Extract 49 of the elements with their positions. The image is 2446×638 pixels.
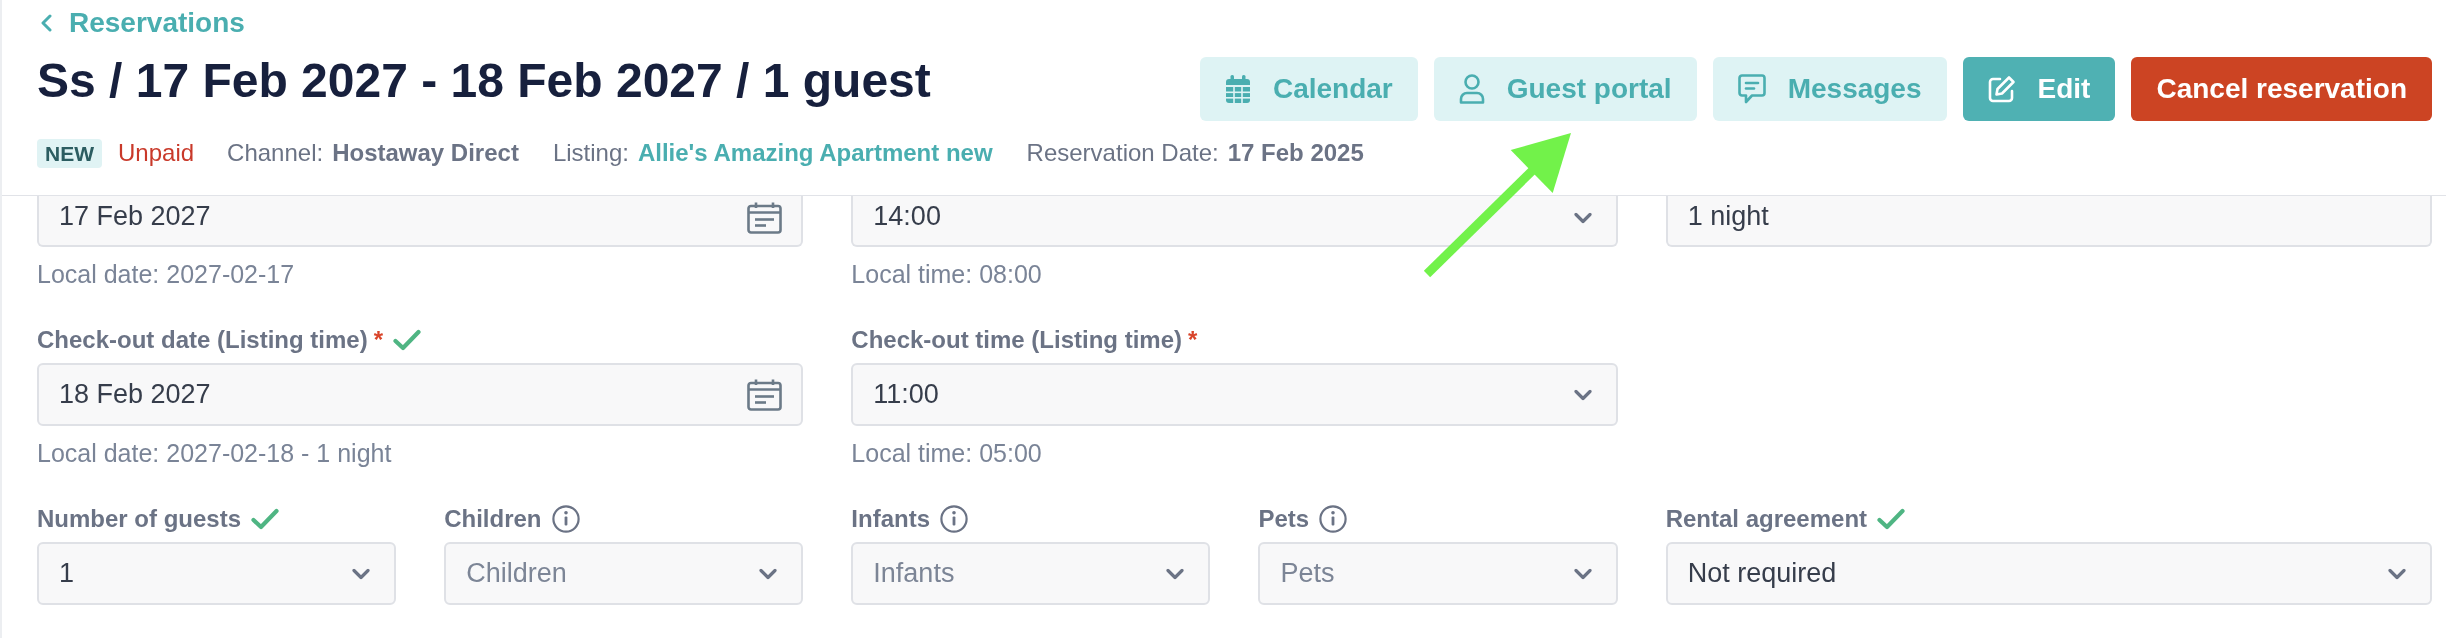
field-label: Check-out time (Listing time) bbox=[851, 326, 1182, 354]
calendar-icon bbox=[1224, 75, 1251, 103]
text-field[interactable]: 1 night bbox=[1665, 196, 2432, 247]
calendar-icon bbox=[747, 201, 783, 234]
detail-value: 17 Feb 2025 bbox=[1227, 139, 1364, 167]
message-icon bbox=[1737, 74, 1766, 104]
info-icon[interactable] bbox=[551, 505, 580, 533]
chevron-down-icon bbox=[1166, 568, 1185, 579]
field-label: Check-out date (Listing time) bbox=[37, 326, 368, 354]
chevron-down-icon bbox=[759, 568, 778, 579]
helper-text: Local time: 05:00 bbox=[851, 438, 1043, 468]
detail-label: Listing: bbox=[552, 139, 629, 167]
date-field[interactable]: 18 Feb 2027 bbox=[37, 363, 804, 426]
helper-text: Local date: 2027-02-17 bbox=[37, 259, 296, 289]
field-label: Pets bbox=[1258, 505, 1310, 533]
edit-icon bbox=[1987, 75, 2016, 103]
select-field[interactable]: Children bbox=[444, 542, 804, 605]
field-label: Number of guests bbox=[37, 505, 242, 533]
page-title: Ss / 17 Feb 2027 - 18 Feb 2027 / 1 guest bbox=[37, 53, 931, 109]
field-label: Rental agreement bbox=[1665, 505, 1868, 533]
status-badge: NEW bbox=[37, 138, 102, 168]
date-field[interactable]: 17 Feb 2027 bbox=[37, 196, 804, 247]
select-field[interactable]: 14:00 bbox=[851, 196, 1618, 247]
chevron-down-icon bbox=[1573, 212, 1592, 223]
field-label: Children bbox=[444, 505, 542, 533]
detail-value: Hostaway Direct bbox=[332, 139, 519, 167]
field-label: Infants bbox=[851, 505, 930, 533]
helper-text: Local date: 2027-02-18 - 1 night bbox=[37, 438, 393, 468]
chevron-down-icon bbox=[1573, 389, 1592, 400]
chevron-down-icon bbox=[1573, 568, 1592, 579]
select-field[interactable]: Not required bbox=[1665, 542, 2432, 605]
chevron-down-icon bbox=[352, 568, 371, 579]
chevron-down-icon bbox=[2388, 568, 2406, 579]
payment-status: Unpaid bbox=[118, 139, 195, 167]
detail-label: Channel: bbox=[227, 139, 324, 167]
info-icon[interactable] bbox=[940, 505, 968, 533]
select-field[interactable]: 1 bbox=[37, 542, 397, 605]
select-field[interactable]: Pets bbox=[1258, 542, 1618, 605]
detail-label: Reservation Date: bbox=[1026, 139, 1219, 167]
select-field[interactable]: Infants bbox=[851, 542, 1211, 605]
calendar-icon bbox=[747, 378, 783, 411]
person-icon bbox=[1458, 74, 1485, 104]
cancel-button[interactable]: Cancel reservation bbox=[2131, 57, 2432, 121]
required-mark: * bbox=[373, 326, 384, 354]
select-field[interactable]: 11:00 bbox=[851, 363, 1618, 426]
required-mark: * bbox=[1188, 326, 1198, 354]
info-icon[interactable] bbox=[1319, 505, 1348, 533]
chevron-left-icon bbox=[40, 14, 52, 32]
helper-text: Local time: 08:00 bbox=[851, 259, 1043, 289]
